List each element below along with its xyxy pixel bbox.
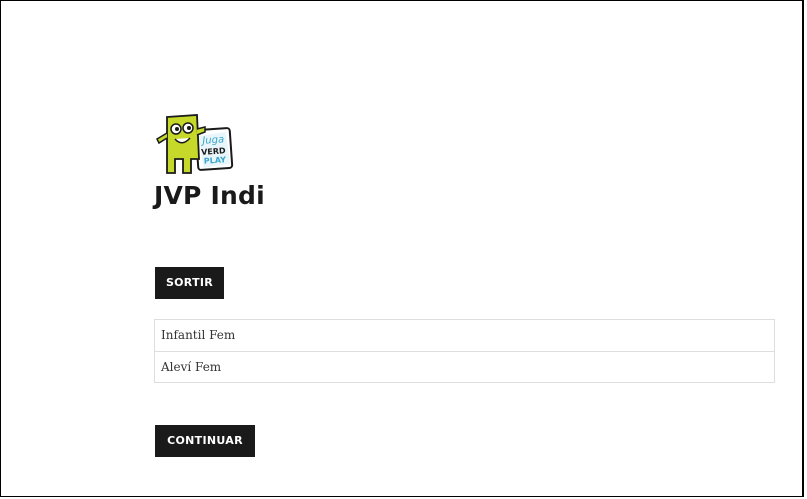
svg-text:PLAY: PLAY — [204, 155, 227, 166]
team-list: Infantil Fem Aleví Fem — [154, 319, 775, 383]
page-frame: Juga VERD PLAY JVP Indi SORTIR Infantil … — [0, 0, 804, 497]
svg-text:Juga: Juga — [200, 134, 224, 147]
list-item[interactable]: Infantil Fem — [155, 320, 774, 351]
continuar-button[interactable]: CONTINUAR — [155, 425, 255, 457]
site-title[interactable]: JVP Indi — [154, 181, 265, 210]
sortir-button[interactable]: SORTIR — [155, 267, 224, 299]
list-item[interactable]: Aleví Fem — [155, 351, 774, 382]
site-logo[interactable]: Juga VERD PLAY — [153, 111, 243, 179]
